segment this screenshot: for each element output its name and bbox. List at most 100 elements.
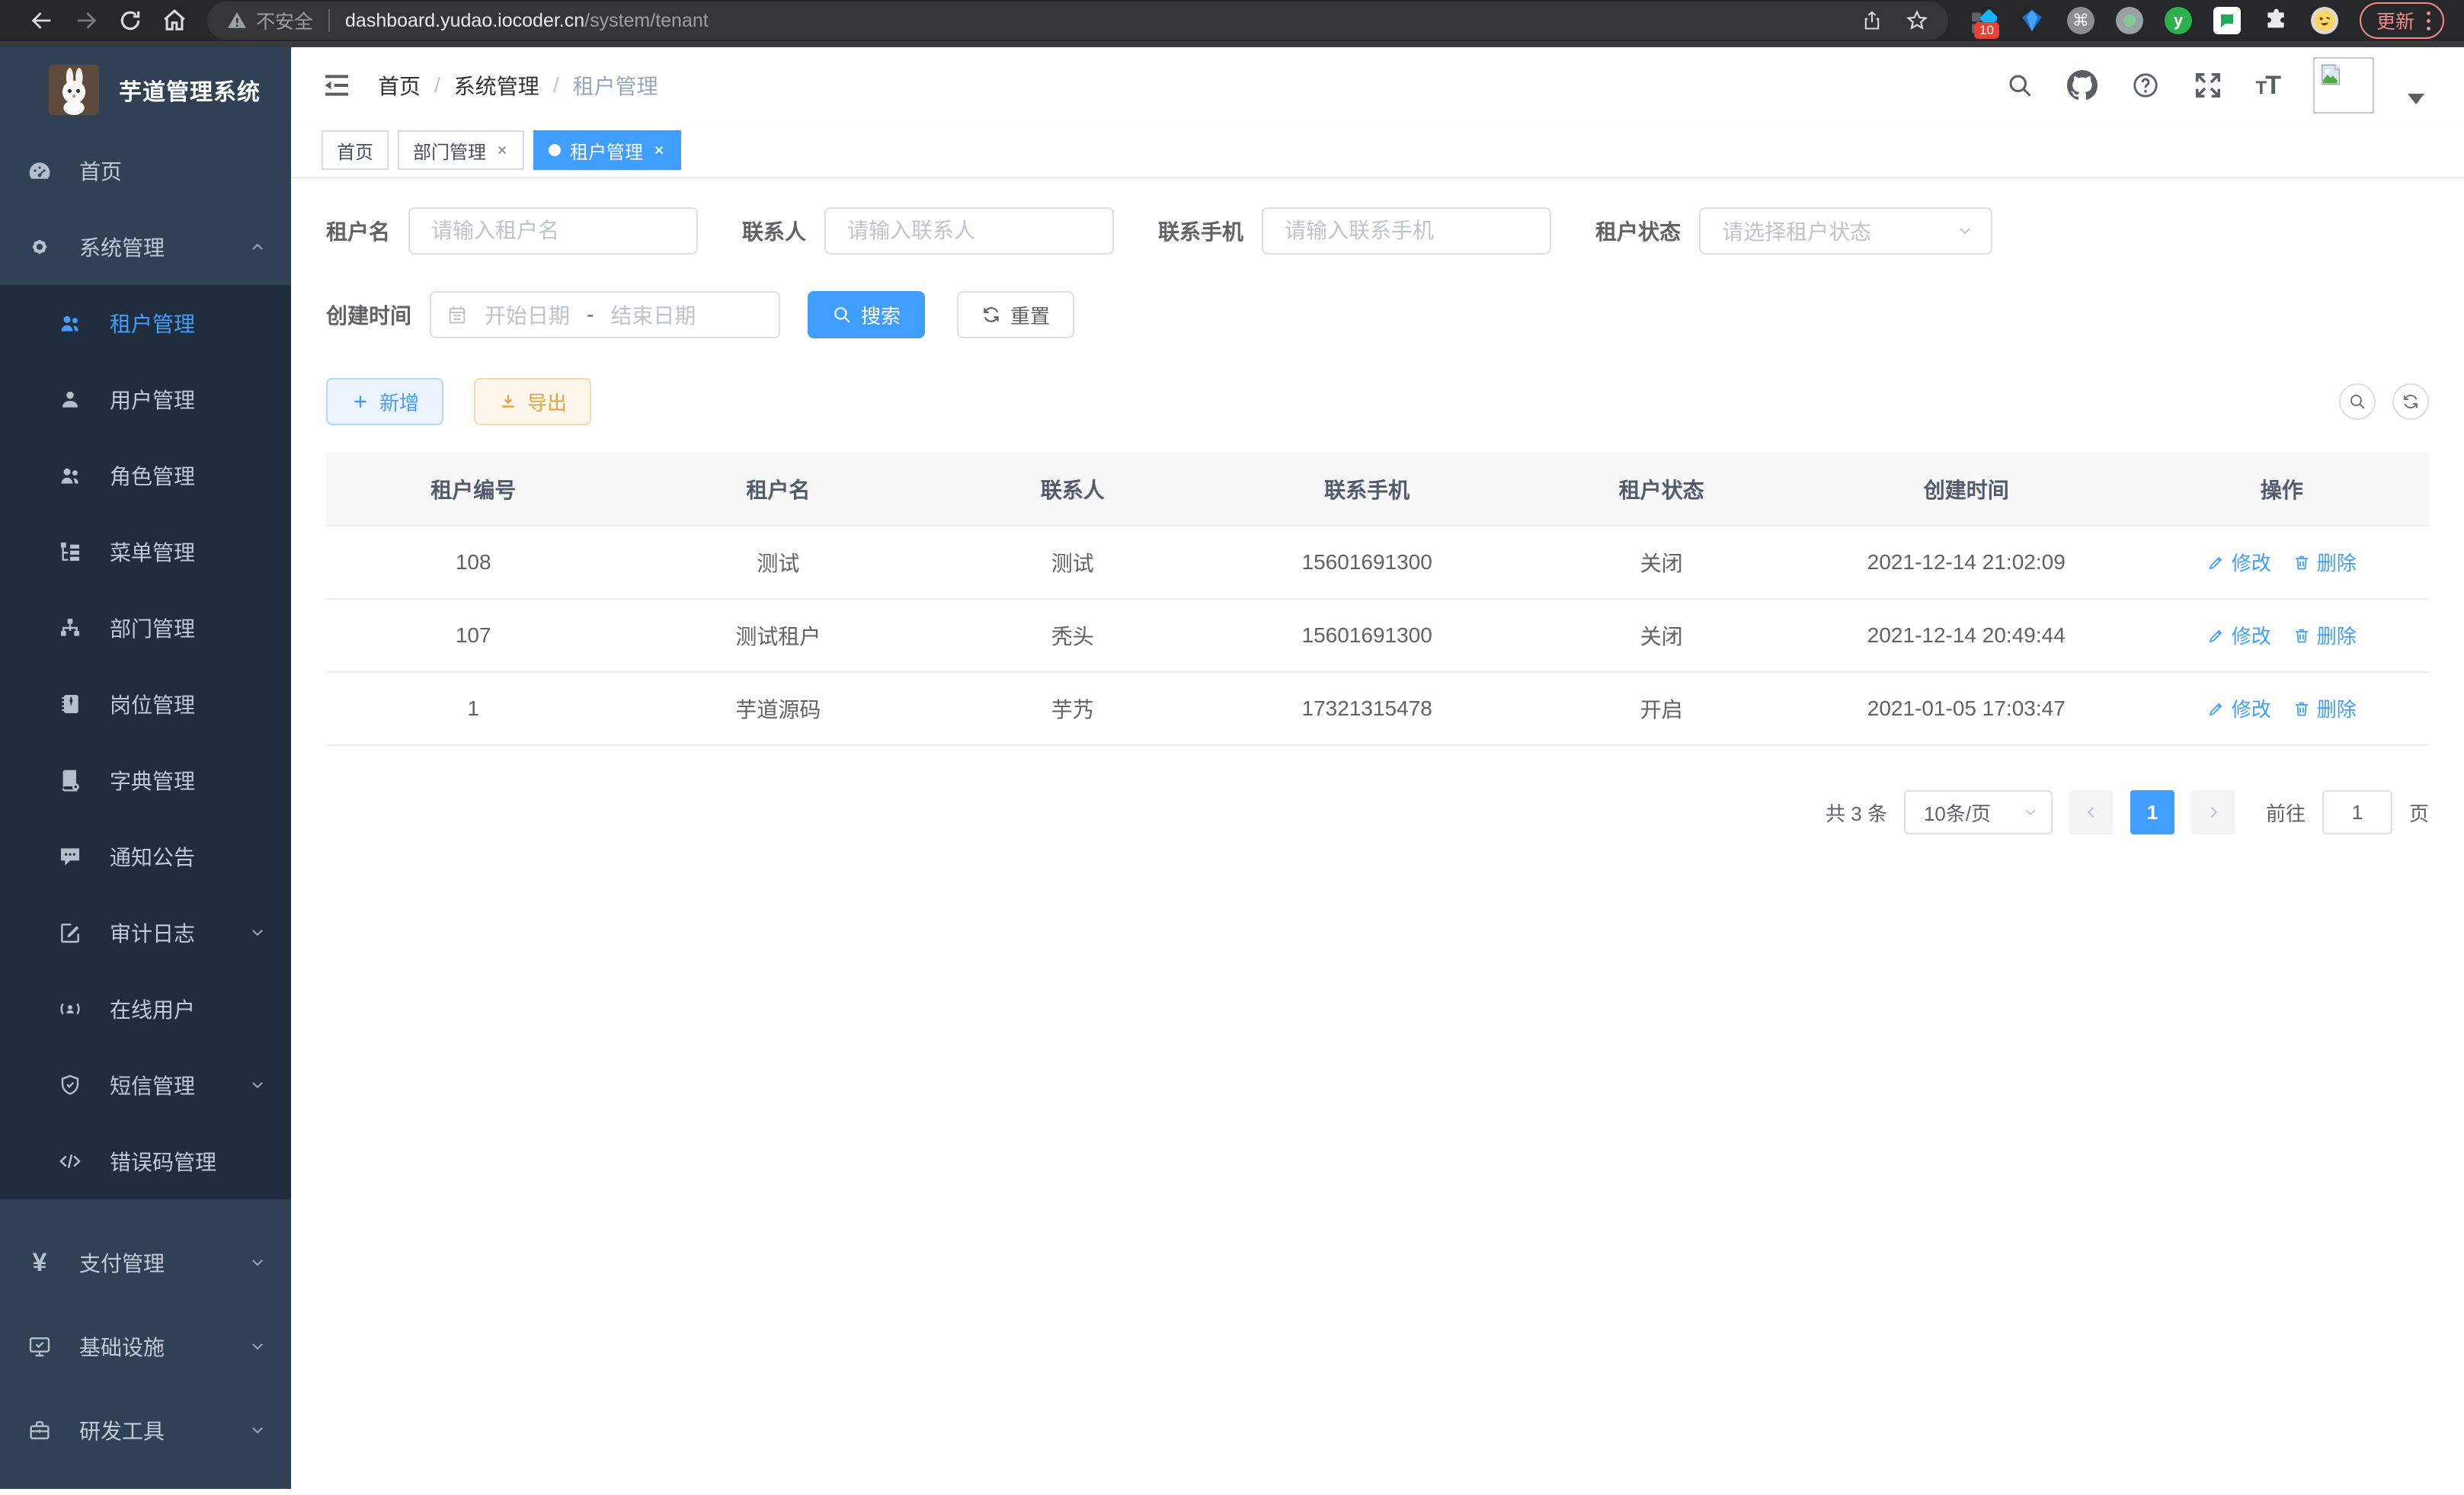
logo-image — [49, 65, 99, 115]
avatar-caret-icon[interactable] — [2408, 94, 2424, 104]
goto-page-input[interactable] — [2322, 790, 2392, 834]
add-button[interactable]: 新增 — [326, 378, 443, 425]
status-text: 关闭 — [1525, 526, 1798, 599]
browser-back-icon[interactable] — [20, 3, 64, 38]
share-icon[interactable] — [1861, 10, 1883, 31]
avatar[interactable] — [2313, 57, 2374, 114]
browser-forward-icon[interactable] — [64, 3, 108, 38]
breadcrumb-system[interactable]: 系统管理 — [454, 70, 539, 101]
contact-input[interactable] — [824, 207, 1114, 255]
tenant-name-label: 租户名 — [326, 216, 390, 246]
sidebar-item-online-user[interactable]: 在线用户 — [0, 971, 291, 1047]
url-host: dashboard.yudao.iocoder.cn — [345, 10, 584, 32]
extension-gem-icon[interactable] — [2018, 7, 2046, 34]
breadcrumb-home[interactable]: 首页 — [378, 70, 421, 101]
sidebar-item-role[interactable]: 角色管理 — [0, 437, 291, 514]
font-size-icon[interactable]: TT — [2256, 71, 2280, 101]
table-row: 1 芋道源码 芋艿 17321315478 开启 2021-01-05 17:0… — [326, 672, 2429, 745]
table-header-row: 租户编号 租户名 联系人 联系手机 租户状态 创建时间 操作 — [326, 453, 2429, 526]
message-icon — [58, 844, 82, 869]
page-number-1[interactable]: 1 — [2130, 790, 2174, 834]
mobile-label: 联系手机 — [1158, 216, 1243, 246]
chevron-down-icon — [1956, 222, 1974, 240]
sidebar-item-sms[interactable]: 短信管理 — [0, 1047, 291, 1123]
reset-button[interactable]: 重置 — [957, 291, 1074, 338]
peoples-icon — [58, 463, 82, 488]
toggle-search-icon-button[interactable] — [2339, 383, 2376, 420]
col-tenant-id: 租户编号 — [326, 453, 620, 526]
sidebar-item-error-code[interactable]: 错误码管理 — [0, 1123, 291, 1199]
status-text: 关闭 — [1525, 599, 1798, 672]
tag-tenant[interactable]: 租户管理 — [533, 130, 681, 170]
refresh-table-icon-button[interactable] — [2392, 383, 2429, 420]
chevron-down-icon — [248, 1337, 267, 1356]
delete-button[interactable]: 删除 — [2293, 621, 2357, 649]
status-select[interactable]: 请选择租户状态 — [1699, 207, 1992, 255]
extension-tabs-icon[interactable]: 10 — [1970, 7, 1997, 34]
profile-avatar-icon[interactable] — [2311, 7, 2338, 34]
extension-command-icon[interactable]: ⌘ — [2067, 7, 2094, 34]
sidebar-item-dict[interactable]: 字典管理 — [0, 742, 291, 818]
mobile-input[interactable] — [1262, 207, 1551, 255]
not-secure-warning-icon — [227, 11, 247, 30]
help-icon[interactable] — [2131, 71, 2160, 100]
col-contact: 联系人 — [936, 453, 1209, 526]
sidebar-item-infra[interactable]: 基础设施 — [0, 1305, 291, 1388]
dict-icon — [58, 768, 82, 792]
prev-page-button[interactable] — [2069, 790, 2114, 834]
address-bar[interactable]: 不安全 dashboard.yudao.iocoder.cn /system/t… — [207, 2, 1948, 40]
browser-reload-icon[interactable] — [108, 3, 152, 38]
extension-chat-icon[interactable] — [2213, 7, 2241, 34]
sidebar-item-home[interactable]: 首页 — [0, 133, 291, 209]
extension-green-dot-icon[interactable] — [2116, 7, 2143, 34]
chevron-down-icon — [248, 1421, 267, 1439]
sidebar-item-devtools[interactable]: 研发工具 — [0, 1388, 291, 1472]
page-size-select[interactable]: 10条/页 — [1904, 790, 2053, 834]
close-icon[interactable] — [652, 143, 666, 157]
sidebar-item-user[interactable]: 用户管理 — [0, 361, 291, 437]
sidebar-item-audit-log[interactable]: 审计日志 — [0, 895, 291, 971]
search-button[interactable]: 搜索 — [808, 291, 925, 338]
page-unit-label: 页 — [2409, 799, 2429, 827]
tree-table-icon — [58, 539, 82, 564]
browser-home-icon[interactable] — [152, 3, 197, 38]
tag-dept[interactable]: 部门管理 — [398, 130, 524, 170]
sidebar-fold-icon[interactable] — [322, 70, 352, 101]
create-time-range-picker[interactable]: 开始日期 - 结束日期 — [430, 291, 780, 338]
browser-menu-icon[interactable] — [2427, 11, 2430, 30]
sidebar-item-tenant[interactable]: 租户管理 — [0, 285, 291, 361]
sidebar-item-notice[interactable]: 通知公告 — [0, 818, 291, 895]
extension-y-icon[interactable]: y — [2165, 7, 2192, 34]
edit-button[interactable]: 修改 — [2207, 621, 2271, 649]
github-icon[interactable] — [2067, 70, 2098, 101]
bookmark-star-icon[interactable] — [1906, 9, 1928, 32]
sidebar-item-payment[interactable]: ¥ 支付管理 — [0, 1221, 291, 1305]
edit-button[interactable]: 修改 — [2207, 694, 2271, 722]
sidebar-item-label: 系统管理 — [79, 232, 165, 262]
sidebar-item-system[interactable]: 系统管理 — [0, 209, 291, 285]
sidebar-item-label: 菜单管理 — [110, 536, 195, 567]
sidebar-item-dept[interactable]: 部门管理 — [0, 590, 291, 666]
delete-button[interactable]: 删除 — [2293, 694, 2357, 722]
pagination-total: 共 3 条 — [1826, 799, 1887, 827]
chevron-down-icon — [248, 924, 267, 942]
omnibox-divider — [328, 9, 330, 32]
header-search-icon[interactable] — [2006, 72, 2034, 99]
export-button[interactable]: 导出 — [474, 378, 591, 425]
sidebar-item-label: 支付管理 — [79, 1247, 165, 1278]
toolbox-icon — [27, 1418, 52, 1442]
post-icon — [58, 692, 82, 716]
sidebar-item-post[interactable]: 岗位管理 — [0, 666, 291, 742]
fullscreen-icon[interactable] — [2194, 71, 2222, 100]
sidebar-item-menu[interactable]: 菜单管理 — [0, 514, 291, 590]
browser-update-button[interactable]: 更新 — [2360, 2, 2444, 39]
tenant-name-input[interactable] — [408, 207, 698, 255]
extensions-puzzle-icon[interactable] — [2262, 7, 2290, 34]
sidebar-item-label: 首页 — [79, 155, 122, 186]
next-page-button[interactable] — [2191, 790, 2235, 834]
tag-home[interactable]: 首页 — [322, 130, 389, 170]
edit-button[interactable]: 修改 — [2207, 548, 2271, 576]
pagination: 共 3 条 10条/页 1 前往 页 — [326, 790, 2429, 834]
close-icon[interactable] — [495, 143, 509, 157]
delete-button[interactable]: 删除 — [2293, 548, 2357, 576]
